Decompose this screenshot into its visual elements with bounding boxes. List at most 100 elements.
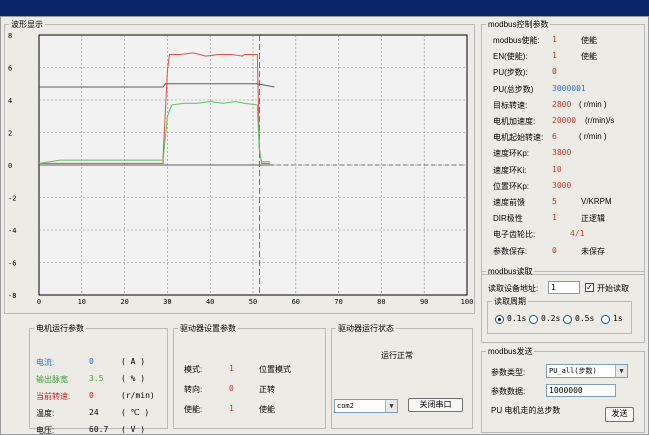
param-type-select[interactable]: PU_all(步数) ▼ xyxy=(546,364,628,378)
read-period-title: 读取周期 xyxy=(494,297,526,306)
modbus-param-desc: (r/min)/s xyxy=(585,116,615,125)
waveform-chart: 0 10 20 30 40 50 60 70 80 90 10086420-2-4-6-8 xyxy=(8,32,473,306)
period-radio[interactable] xyxy=(601,315,610,324)
driver-status-text: 运行正常 xyxy=(381,351,413,360)
modbus-param-label: 参数保存: xyxy=(493,246,528,256)
modbus-param-label: PU(步数): xyxy=(493,68,528,78)
driver-setting-value: 1 xyxy=(229,364,234,373)
x-tick-label: 70 xyxy=(334,298,342,306)
period-radio[interactable] xyxy=(563,315,572,324)
modbus-param-label: 电子齿轮比: xyxy=(493,230,536,240)
param-data-label: 参数数据: xyxy=(491,387,526,396)
send-button[interactable]: 发送 xyxy=(605,407,634,422)
start-read-checkbox[interactable]: ✓ xyxy=(585,283,594,292)
driver-setting-desc: 位置模式 xyxy=(259,365,291,374)
modbus-param-desc: 未保存 xyxy=(581,246,605,256)
x-tick-label: 60 xyxy=(292,298,300,306)
modbus-param-label: 速度环Ki: xyxy=(493,165,527,175)
modbus-param-value: 3000 xyxy=(552,180,572,190)
modbus-param-value: 1 xyxy=(552,213,557,223)
modbus-param-label: 速度环Kp: xyxy=(493,149,530,159)
modbus-param-label: 目标转速: xyxy=(493,100,528,110)
period-radio-label: 1s xyxy=(613,314,623,323)
modbus-param-value: 4/1 xyxy=(570,229,585,239)
motor-param-unit: ( % ) xyxy=(121,374,146,383)
x-tick-label: 30 xyxy=(163,298,171,306)
modbus-read-title: modbus读取 xyxy=(488,267,533,276)
modbus-param-desc: V/KRPM xyxy=(581,197,612,206)
driver-setting-desc: 使能 xyxy=(259,405,275,414)
x-tick-label: 80 xyxy=(377,298,385,306)
motor-param-unit: (r/min) xyxy=(121,391,155,400)
motor-param-value: 3.5 xyxy=(89,374,104,383)
driver-status-title: 驱动器运行状态 xyxy=(338,324,394,333)
close-port-button[interactable]: 关闭串口 xyxy=(408,398,463,412)
period-radio-label: 0.5s xyxy=(575,314,595,323)
driver-settings-title: 驱动器设置参数 xyxy=(180,324,236,333)
x-tick-label: 20 xyxy=(120,298,128,306)
main-window: 波形显示 0 10 20 30 40 50 60 70 80 90 100 8 6 4 2 0 -2 -4 -6 -8… xyxy=(0,16,649,435)
param-data-input[interactable]: 1000000 xyxy=(546,384,616,397)
modbus-param-value: 2800 xyxy=(552,99,572,109)
motor-param-label: 当前转速: xyxy=(36,392,71,401)
modbus-param-value: 1 xyxy=(552,51,557,61)
x-tick-label: 90 xyxy=(420,298,428,306)
port-select[interactable]: com2 ▼ xyxy=(334,399,398,413)
port-select-value: com2 xyxy=(337,402,354,410)
modbus-param-label: 速度前馈 xyxy=(493,198,525,207)
chevron-down-icon[interactable]: ▼ xyxy=(615,365,627,377)
param-type-value: PU_all(步数) xyxy=(549,367,597,375)
modbus-param-desc: 使能 xyxy=(581,52,597,62)
read-addr-label: 读取设备地址: xyxy=(488,284,539,293)
modbus-param-label: 电机起始转速: xyxy=(493,133,544,143)
modbus-param-desc: 使能 xyxy=(581,36,597,45)
period-radio[interactable] xyxy=(529,315,538,324)
period-radio[interactable] xyxy=(495,315,504,324)
start-read-label: 开始读取 xyxy=(597,284,629,293)
driver-setting-value: 1 xyxy=(229,404,234,413)
modbus-param-label: 电机加速度: xyxy=(493,117,536,126)
motor-param-value: 0 xyxy=(89,391,94,400)
motor-param-value: 60.7 xyxy=(89,425,109,434)
y-tick-label: 6 xyxy=(8,65,12,73)
modbus-param-value: 1 xyxy=(552,35,557,44)
y-tick-label: -2 xyxy=(8,195,16,203)
modbus-param-desc: ( r/min ) xyxy=(579,132,607,142)
modbus-param-value: 3800 xyxy=(552,148,572,158)
motor-param-label: 电流: xyxy=(36,358,55,367)
driver-setting-label: 模式: xyxy=(184,365,203,374)
modbus-param-label: 位置环Kp: xyxy=(493,181,530,191)
motor-params-title: 电机运行参数 xyxy=(36,324,84,333)
x-tick-label: 10 xyxy=(78,298,86,306)
y-tick-label: -4 xyxy=(8,227,16,235)
modbus-param-label: EN(使能): xyxy=(493,52,528,62)
chevron-down-icon[interactable]: ▼ xyxy=(385,400,397,412)
motor-param-unit: ( ℃ ) xyxy=(121,408,150,417)
motor-param-label: 温度: xyxy=(36,409,55,418)
x-tick-label: 50 xyxy=(249,298,257,306)
motor-param-unit: ( V ) xyxy=(121,425,146,434)
modbus-param-value: 0 xyxy=(552,67,557,77)
y-tick-label: -6 xyxy=(8,260,16,268)
modbus-send-title: modbus发送 xyxy=(488,347,533,356)
modbus-param-value: 6 xyxy=(552,132,557,142)
driver-setting-label: 转向: xyxy=(184,385,203,394)
modbus-param-label: DIR极性 xyxy=(493,214,523,224)
period-radio-label: 0.1s xyxy=(507,314,527,323)
driver-setting-desc: 正转 xyxy=(259,385,275,394)
motor-param-value: 0 xyxy=(89,357,94,366)
modbus-param-desc: ( r/min ) xyxy=(579,99,607,109)
read-addr-input[interactable]: 1 xyxy=(548,281,580,294)
period-radio-label: 0.2s xyxy=(541,314,561,323)
motor-param-label: 输出脉宽 xyxy=(36,375,68,384)
window-title-bar xyxy=(0,0,649,16)
motor-param-value: 24 xyxy=(89,408,99,417)
modbus-param-desc: 正逻辑 xyxy=(581,214,605,224)
driver-setting-label: 使能: xyxy=(184,405,203,414)
modbus-param-label: modbus使能: xyxy=(493,36,540,45)
modbus-param-value: 20000 xyxy=(552,116,577,125)
modbus-param-value: 5 xyxy=(552,197,557,206)
y-tick-label: 2 xyxy=(8,130,12,138)
modbus-param-value: 10 xyxy=(552,164,562,174)
motor-param-unit: ( A ) xyxy=(121,357,146,366)
